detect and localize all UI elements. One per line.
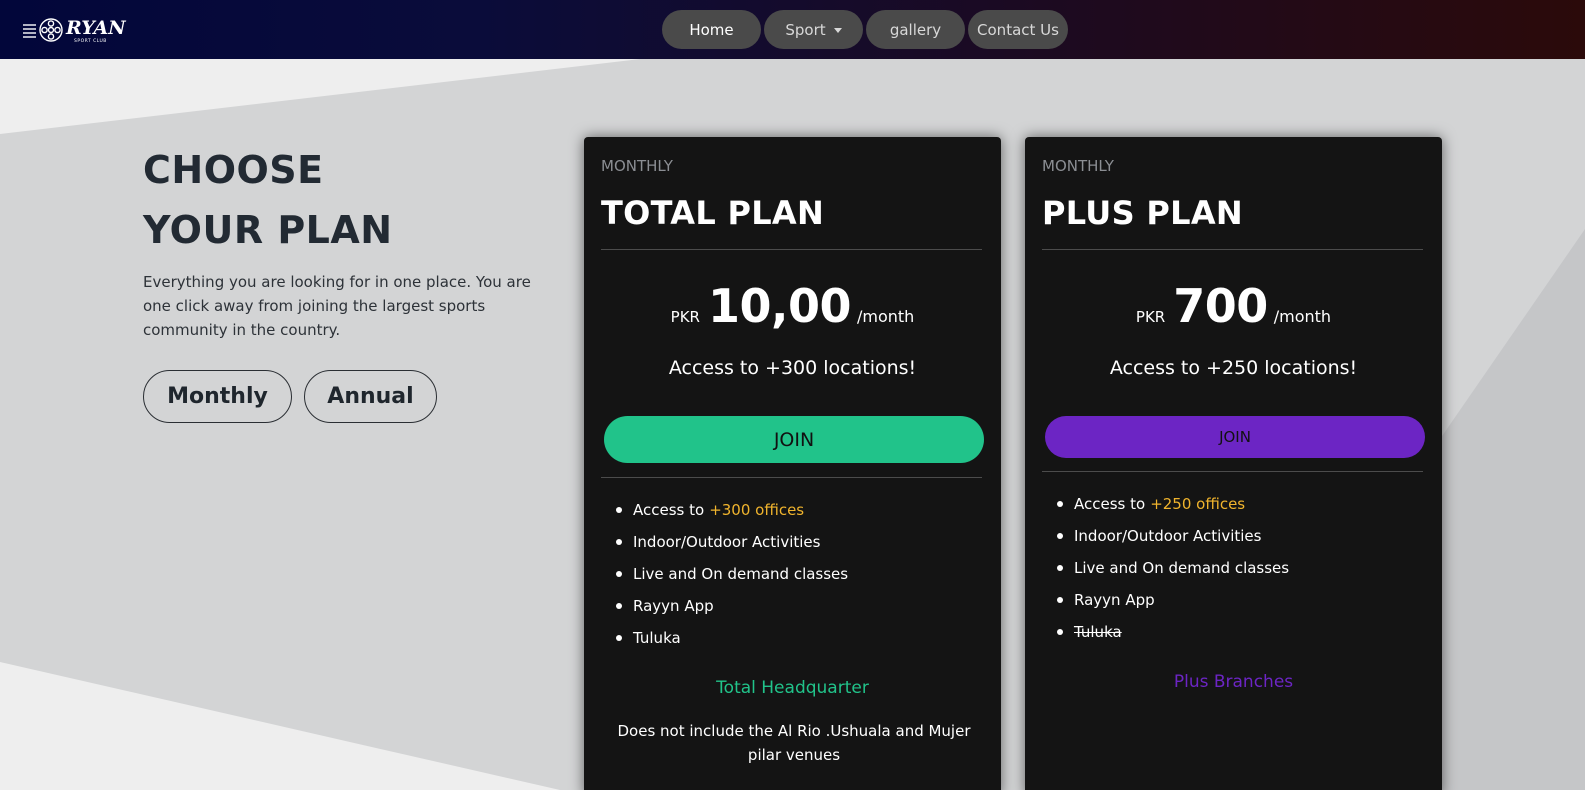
- feature-text: Live and On demand classes: [1074, 559, 1290, 577]
- feature-item: Live and On demand classes: [1057, 552, 1289, 584]
- annual-toggle-button[interactable]: Annual: [304, 370, 437, 423]
- branch-label: Total Headquarter: [716, 678, 869, 698]
- nav-home[interactable]: Home: [662, 10, 761, 49]
- branch-label: Plus Branches: [1173, 672, 1294, 692]
- feature-item: Live and On demand classes: [616, 558, 848, 590]
- feature-text: Rayyn App: [1074, 591, 1155, 609]
- join-button[interactable]: JOIN: [604, 416, 984, 463]
- price: PKR 10,00 /month: [584, 279, 1001, 333]
- plan-period: MONTHLY: [1042, 157, 1114, 175]
- divider: [1042, 471, 1423, 472]
- price: PKR 700 /month: [1025, 279, 1442, 333]
- caret-down-icon: [833, 27, 842, 33]
- feature-text: Tuluka: [633, 629, 681, 647]
- access-locations: Access to +300 locations!: [668, 357, 917, 379]
- price-currency: PKR: [670, 308, 700, 326]
- navbar: RYAN SPORT CLUB Home Sport gallery Conta…: [0, 0, 1585, 59]
- feature-item: Indoor/Outdoor Activities: [616, 526, 848, 558]
- feature-item: Tuluka: [1057, 616, 1289, 648]
- feature-item: Rayyn App: [1057, 584, 1289, 616]
- nav-contact[interactable]: Contact Us: [968, 10, 1068, 49]
- feature-item: Indoor/Outdoor Activities: [1057, 520, 1289, 552]
- nav-contact-label: Contact Us: [977, 20, 1059, 39]
- feature-text: Indoor/Outdoor Activities: [1074, 527, 1262, 545]
- plan-period: MONTHLY: [601, 157, 673, 175]
- feature-item: Access to +250 offices: [1057, 488, 1289, 520]
- feature-highlight: +300 offices: [709, 501, 805, 519]
- price-amount: 700: [1173, 279, 1268, 333]
- venue-note: Does not include the Al Rio .Ushuala and…: [617, 722, 971, 764]
- feature-list: Access to +250 offices Indoor/Outdoor Ac…: [1057, 488, 1289, 648]
- divider: [1042, 249, 1423, 250]
- feature-item: Tuluka: [616, 622, 848, 654]
- feature-text: Access to: [1074, 495, 1146, 513]
- plus-plan-card: MONTHLY PLUS PLAN PKR 700 /month Access …: [1025, 137, 1442, 790]
- plan-title: PLUS PLAN: [1042, 194, 1243, 232]
- divider: [601, 477, 982, 478]
- brand-tagline: SPORT CLUB: [74, 38, 107, 44]
- monthly-toggle-button[interactable]: Monthly: [143, 370, 292, 423]
- feature-list: Access to +300 offices Indoor/Outdoor Ac…: [616, 494, 848, 654]
- price-currency: PKR: [1135, 308, 1166, 326]
- page-title-line1: CHOOSE: [143, 148, 324, 192]
- intro-text: Everything you are looking for in one pl…: [143, 273, 531, 339]
- nav-gallery[interactable]: gallery: [866, 10, 965, 49]
- page-title: CHOOSE YOUR PLAN: [143, 140, 393, 260]
- feature-item: Rayyn App: [616, 590, 848, 622]
- feature-item: Access to +300 offices: [616, 494, 848, 526]
- film-reel-icon: RYAN SPORT CLUB: [23, 17, 126, 44]
- feature-text: Rayyn App: [633, 597, 714, 615]
- join-button[interactable]: JOIN: [1045, 416, 1425, 458]
- page-title-line2: YOUR PLAN: [143, 208, 393, 252]
- feature-text: Indoor/Outdoor Activities: [633, 533, 821, 551]
- nav-sport-dropdown[interactable]: Sport: [764, 10, 863, 49]
- price-period: /month: [1273, 307, 1332, 326]
- feature-text: Live and On demand classes: [633, 565, 849, 583]
- divider: [601, 249, 982, 250]
- feature-text-strikethrough: Tuluka: [1074, 623, 1122, 641]
- access-locations: Access to +250 locations!: [1109, 357, 1358, 379]
- brand-logo[interactable]: RYAN SPORT CLUB: [22, 14, 137, 46]
- nav-gallery-label: gallery: [889, 20, 942, 39]
- brand-name: RYAN: [65, 17, 126, 39]
- total-plan-card: MONTHLY TOTAL PLAN PKR 10,00 /month Acce…: [584, 137, 1001, 790]
- plan-title: TOTAL PLAN: [601, 194, 825, 232]
- feature-highlight: +250 offices: [1150, 495, 1246, 513]
- price-amount: 10,00: [707, 279, 852, 333]
- nav-sport-label: Sport: [785, 20, 826, 39]
- price-period: /month: [857, 307, 915, 326]
- feature-text: Access to: [633, 501, 705, 519]
- nav-links: Home Sport gallery Contact Us: [662, 10, 1068, 49]
- nav-home-label: Home: [689, 20, 734, 39]
